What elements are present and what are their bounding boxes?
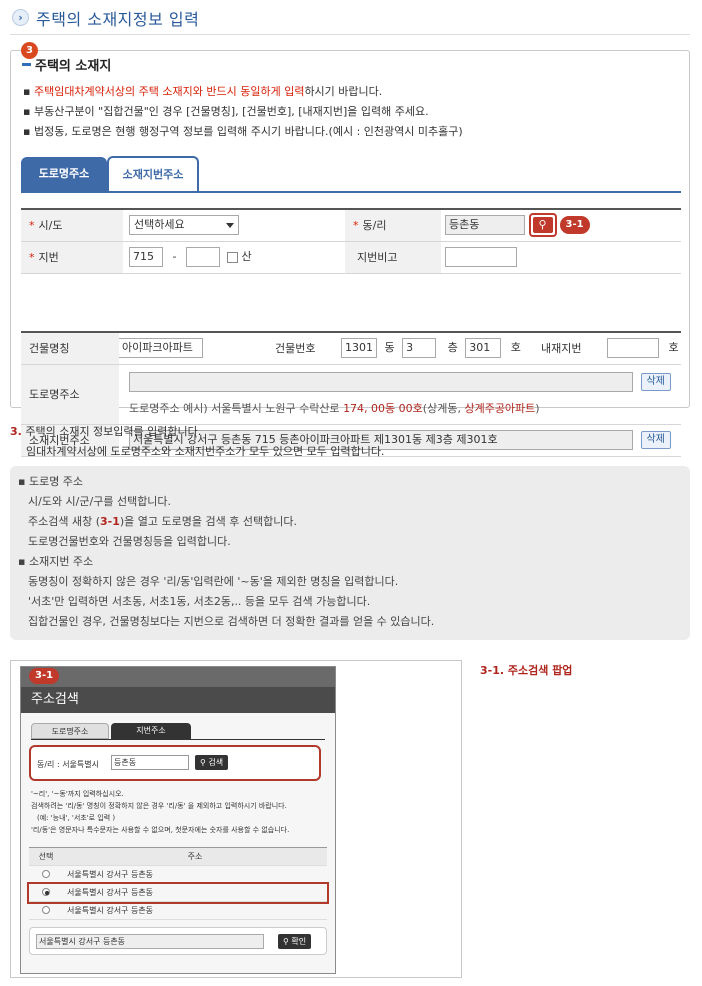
step-description: 3. 주택의 소재지 정보입력를 입력합니다. (10, 425, 202, 438)
popup-badge: 3-1 (29, 668, 60, 684)
dongri-label: * 동/리 (345, 209, 441, 242)
jibun-label: * 지번 (21, 241, 123, 274)
jibun-sub-field[interactable] (185, 247, 220, 267)
address-search-popup: 3-1 주소검색 도로명주소 지번주소 동/리 : 서울특별시 등촌동 ⚲ 검색… (20, 666, 336, 974)
dongri-field[interactable]: 등촌동 (445, 215, 525, 236)
basic-address-form: * 시/도 선택하세요 * 동/리 등촌동 ⚲ 3-1 * 지번 715 - 산 지번비… (21, 208, 681, 274)
popup-tab-jibun[interactable]: 지번주소 (111, 723, 191, 739)
row-radio-selected[interactable] (42, 887, 50, 896)
page-title: 주택의 소재지정보 입력 (36, 10, 200, 29)
notes-box: ▪ 도로명 주소 시/도와 시/군/구를 선택합니다. 주소검색 새창 (3-1… (10, 466, 690, 640)
guide-bullet-1-rest: 하시기 바랍니다. (304, 85, 383, 98)
note-jibun-1: 동명칭이 정확하지 않은 경우 '리/동'입력란에 '~동'을 제외한 명칭을 … (28, 575, 399, 588)
search-icon: ⚲ (532, 217, 553, 234)
note-jibun-title: ▪ 소재지번 주소 (18, 555, 94, 568)
popup-hint-3: (예: '능내', '서초'로 입력 ) (37, 814, 116, 822)
address-panel: 3 주택의 소재지 ▪ 주택임대차계약서상의 주택 소재지와 반드시 동일하게 … (10, 42, 690, 457)
popup-col-addr: 주소 (63, 847, 327, 866)
title-divider (10, 34, 690, 35)
popup-result-box: 서울특별시 강서구 등촌동 ⚲ 확인 (29, 927, 327, 955)
popup-title: 주소검색 (21, 687, 335, 713)
popup-search-input[interactable]: 등촌동 (111, 755, 189, 770)
popup-result-field: 서울특별시 강서구 등촌동 (36, 934, 264, 949)
dongri-search-button[interactable]: ⚲ (528, 213, 557, 238)
popup-search-box: 동/리 : 서울특별시 등촌동 ⚲ 검색 (29, 745, 321, 781)
tab-underline (21, 191, 681, 193)
callout-tag: 3-1 (559, 216, 590, 235)
chevron-right-icon: › (12, 9, 29, 26)
tab-road-address[interactable]: 도로명주소 (21, 157, 107, 193)
chevron-down-icon (226, 223, 234, 229)
popup-titlebar (21, 667, 335, 687)
popup-row[interactable]: 서울특별시 강서구 등촌동 (29, 901, 327, 920)
road-address-label: 도로명주소 (21, 364, 119, 425)
jibun-dash: - (172, 250, 177, 263)
road-address-field[interactable] (129, 372, 633, 392)
jibun-delete-button[interactable]: 삭제 (640, 431, 671, 449)
row-address: 서울특별시 강서구 등촌동 (63, 901, 327, 920)
dong-field[interactable]: 1301 (341, 338, 377, 359)
inner-jibun-unit: 호 (668, 341, 679, 355)
note-jibun-3: 집합건물인 경우, 건물명칭보다는 지번으로 검색하면 더 정확한 결과를 얻을… (28, 615, 435, 628)
popup-hint-4: '리/동'은 영문자나 특수문자는 사용할 수 없으며, 첫문자에는 숫자를 사… (31, 826, 290, 834)
floor-field[interactable]: 3 (402, 338, 437, 359)
guide-bullet-2-text: 부동산구분이 "집합건물"인 경우 [건물명칭], [건물번호], [내재지번]… (33, 105, 429, 118)
guide-bullet-3-text: 법정동, 도로명은 현행 행정구역 정보를 입력해 주시기 바랍니다.(예시 :… (33, 125, 463, 138)
road-delete-button[interactable]: 삭제 (640, 373, 671, 391)
popup-tab-road[interactable]: 도로명주소 (31, 723, 109, 739)
step-description-2: 임대차계약서상에 도로명주소와 소재지번주소가 모두 있으면 모두 입력합니다. (26, 445, 385, 458)
section-title: 주택의 소재지 (35, 59, 112, 74)
popup-confirm-button[interactable]: ⚲ 확인 (278, 934, 312, 949)
note-road-2: 주소검색 새창 (3-1)을 열고 도로명을 검색 후 선택합니다. (28, 515, 297, 528)
jibun-note-label: 지번비고 (345, 241, 441, 274)
jibun-main-field[interactable]: 715 (129, 247, 163, 267)
popup-hint-1: '~리', '~동'까지 입력하십시오. (31, 790, 124, 798)
sido-label: * 시/도 (21, 209, 123, 242)
section-bar-icon (22, 63, 31, 66)
note-road-title: ▪ 도로명 주소 (18, 475, 84, 488)
ho-unit: 호 (510, 341, 521, 355)
guide-bullet-3: ▪ 법정동, 도로명은 현행 행정구역 정보를 입력해 주시기 바랍니다.(예시… (23, 125, 463, 138)
building-no-label: 건물번호 (275, 332, 341, 365)
popup-search-label: 동/리 : 서울특별시 (37, 760, 99, 769)
guide-bullet-1-red: 주택임대차계약서상의 주택 소재지와 반드시 동일하게 입력 (33, 85, 305, 98)
popup-row-selected[interactable]: 서울특별시 강서구 등촌동 (27, 881, 329, 904)
popup-caption: 3-1. 주소검색 팝업 (480, 664, 573, 677)
row-radio[interactable] (42, 905, 50, 914)
sido-select[interactable]: 선택하세요 (129, 215, 239, 236)
popup-search-button[interactable]: ⚲ 검색 (195, 755, 229, 770)
san-checkbox[interactable] (227, 251, 239, 263)
floor-unit: 층 (447, 341, 458, 355)
san-label: 산 (241, 250, 252, 263)
popup-row[interactable]: 서울특별시 강서구 등촌동 (29, 865, 327, 884)
guide-bullet-1: ▪ 주택임대차계약서상의 주택 소재지와 반드시 동일하게 입력하시기 바랍니다… (23, 85, 383, 98)
popup-result-table: 선택 주소 서울특별시 강서구 등촌동 서울특별시 강서구 등촌동 서울특별시 … (27, 847, 329, 920)
building-name-field[interactable]: 아이파크아파트 (119, 338, 203, 359)
note-road-3: 도로명건물번호와 건물명칭등을 입력합니다. (28, 535, 231, 548)
ho-field[interactable]: 301 (465, 338, 502, 359)
popup-tab-line (31, 739, 325, 740)
popup-col-select: 선택 (29, 847, 63, 866)
guide-bullet-2: ▪ 부동산구분이 "집합건물"인 경우 [건물명칭], [건물번호], [내재지… (23, 105, 429, 118)
dong-unit: 동 (384, 341, 395, 355)
building-name-label: 건물명칭 (21, 332, 119, 365)
road-example: 도로명주소 예시) 서울특별시 노원구 수락산로 174, 00동 00호(상계… (129, 402, 540, 415)
row-address: 서울특별시 강서구 등촌동 (63, 865, 327, 884)
row-address: 서울특별시 강서구 등촌동 (63, 883, 327, 902)
inner-jibun-field[interactable] (607, 338, 659, 359)
row-radio[interactable] (42, 869, 50, 878)
popup-hint-2: 검색하려는 '리/동' 명칭이 정확하지 않은 경우 '리/동' 을 제외하고 … (31, 802, 287, 810)
note-jibun-2: '서초'만 입력하면 서초동, 서초1동, 서초2동,.. 등을 모두 검색 가… (28, 595, 371, 608)
note-road-1: 시/도와 시/군/구를 선택합니다. (28, 495, 172, 508)
inner-jibun-label: 내재지번 (541, 332, 607, 365)
jibun-note-field[interactable] (445, 247, 517, 267)
tab-jibun-address[interactable]: 소재지번주소 (107, 156, 199, 193)
